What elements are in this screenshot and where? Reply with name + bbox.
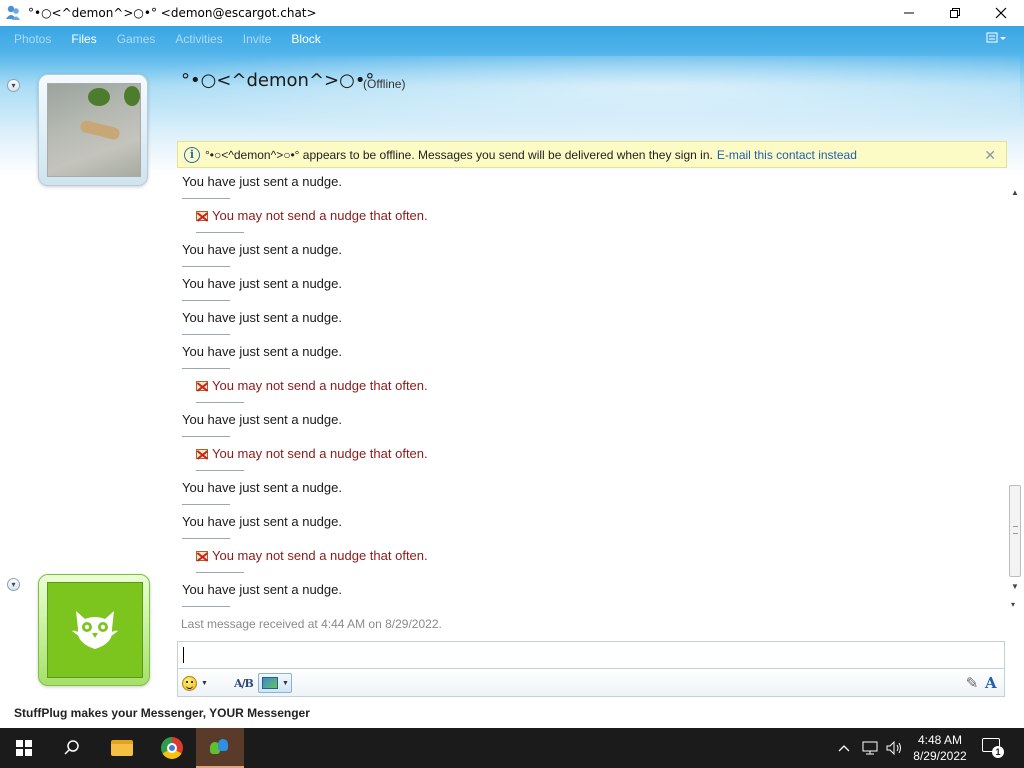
msn-buddies-icon <box>208 737 232 757</box>
restore-button[interactable] <box>932 0 978 26</box>
contact-name: °•○<^demon^>○•° <box>181 70 375 91</box>
font-button[interactable]: A <box>985 673 997 693</box>
pen-icon: ✎ <box>965 675 979 692</box>
chevron-down-icon: ▼ <box>282 679 289 687</box>
contact-status: (Offline) <box>363 77 406 91</box>
volume-button[interactable] <box>886 728 904 768</box>
collapse-contact-pic-button[interactable]: ▾ <box>7 79 20 92</box>
restore-icon <box>950 8 960 18</box>
search-icon <box>64 740 79 755</box>
background-button[interactable]: ▼ <box>258 673 292 693</box>
start-button[interactable] <box>0 728 48 768</box>
message-nudge-sent: You have just sent a nudge. <box>182 276 342 301</box>
chevron-up-icon <box>838 745 850 752</box>
menu-files[interactable]: Files <box>71 32 96 46</box>
volume-icon <box>886 741 901 755</box>
network-icon <box>862 741 878 755</box>
offline-info-bar: i °•○<^demon^>○•° appears to be offline.… <box>177 141 1007 168</box>
scroll-down-icon[interactable]: ▼ <box>1011 582 1019 591</box>
scrollbar-thumb[interactable] <box>1009 485 1021 577</box>
background-image-icon <box>262 677 278 689</box>
msn-buddies-icon <box>6 5 20 20</box>
message-input[interactable] <box>177 641 1005 668</box>
folder-icon <box>111 740 133 756</box>
error-envelope-icon <box>196 210 208 221</box>
menu-games[interactable]: Games <box>117 32 156 46</box>
close-button[interactable] <box>978 0 1024 26</box>
show-hidden-icons-button[interactable] <box>838 728 850 768</box>
search-button[interactable] <box>48 728 96 768</box>
system-clock[interactable]: 4:48 AM 8/29/2022 <box>906 732 974 764</box>
close-infobar-icon[interactable]: ✕ <box>984 147 996 164</box>
offline-message: °•○<^demon^>○•° appears to be offline. M… <box>205 147 713 162</box>
error-envelope-icon <box>196 448 208 459</box>
messenger-taskbar-button[interactable] <box>196 728 244 768</box>
menu-photos[interactable]: Photos <box>14 32 51 46</box>
conversation-scrollbar[interactable]: ▲ ▼ <box>1007 170 1024 610</box>
my-display-picture[interactable] <box>38 574 150 686</box>
info-icon: i <box>184 146 200 163</box>
message-nudge-sent: You have just sent a nudge. <box>182 174 342 199</box>
error-envelope-icon <box>196 550 208 561</box>
font-icon: A <box>985 674 997 692</box>
clock-date: 8/29/2022 <box>913 749 967 763</box>
contact-photo <box>47 83 141 177</box>
close-icon <box>995 7 1007 19</box>
chrome-icon <box>161 737 183 759</box>
chevron-down-icon: ▾ <box>11 580 16 589</box>
menu-invite[interactable]: Invite <box>243 32 272 46</box>
clock-time: 4:48 AM <box>917 733 963 747</box>
notification-count: 1 <box>992 746 1004 758</box>
message-nudge-sent: You have just sent a nudge. <box>182 514 342 539</box>
owl-avatar-icon <box>47 582 143 678</box>
windows-logo-icon <box>16 740 32 756</box>
menu-block[interactable]: Block <box>291 32 320 46</box>
message-nudge-sent: You have just sent a nudge. <box>182 344 342 369</box>
compose-toolbar: ▼ A/B ▼ ✎ A <box>177 668 1005 697</box>
message-nudge-error: You may not send a nudge that often. <box>196 378 428 403</box>
chevron-down-icon: ▾ <box>11 81 16 90</box>
last-message-received: Last message received at 4:44 AM on 8/29… <box>181 617 442 631</box>
email-contact-link[interactable]: E-mail this contact instead <box>717 148 857 162</box>
menu-bar: Photos Files Games Activities Invite Blo… <box>0 26 1024 52</box>
stuffplug-banner[interactable]: StuffPlug makes your Messenger, YOUR Mes… <box>14 706 310 720</box>
menu-activities[interactable]: Activities <box>175 32 222 46</box>
contact-display-picture[interactable] <box>38 74 148 186</box>
show-menu-button[interactable] <box>986 31 1008 47</box>
emoticon-button[interactable]: ▼ <box>182 673 208 693</box>
collapse-my-pic-button[interactable]: ▾ <box>7 578 20 591</box>
message-nudge-sent: You have just sent a nudge. <box>182 412 342 437</box>
spell-check-button[interactable]: A/B <box>234 673 254 693</box>
message-nudge-sent: You have just sent a nudge. <box>182 242 342 267</box>
action-center-button[interactable]: 1 <box>982 738 1004 758</box>
error-envelope-icon <box>196 380 208 391</box>
chevron-down-icon: ▼ <box>201 679 208 687</box>
minimize-icon <box>904 12 914 14</box>
message-nudge-error: You may not send a nudge that often. <box>196 548 428 573</box>
handwriting-button[interactable]: ✎ <box>961 672 983 694</box>
minimize-button[interactable] <box>886 0 932 26</box>
conversation-history[interactable]: You have just sent a nudge. You may not … <box>177 170 1007 638</box>
chrome-button[interactable] <box>148 728 196 768</box>
message-nudge-sent: You have just sent a nudge. <box>182 582 342 607</box>
taskbar: 4:48 AM 8/29/2022 1 <box>0 728 1024 768</box>
emoticon-smile-icon <box>182 675 197 691</box>
title-bar: °•○<^demon^>○•° <demon@escargot.chat> <box>0 0 1024 26</box>
window-title: °•○<^demon^>○•° <demon@escargot.chat> <box>28 6 317 20</box>
message-nudge-error: You may not send a nudge that often. <box>196 208 428 233</box>
network-button[interactable] <box>862 728 880 768</box>
message-nudge-sent: You have just sent a nudge. <box>182 310 342 335</box>
resize-splitter-icon[interactable]: ▾ <box>1011 600 1015 609</box>
file-explorer-button[interactable] <box>98 728 146 768</box>
spell-check-icon: A/B <box>234 676 254 690</box>
message-nudge-error: You may not send a nudge that often. <box>196 446 428 471</box>
message-nudge-sent: You have just sent a nudge. <box>182 480 342 505</box>
scroll-up-icon[interactable]: ▲ <box>1011 188 1019 197</box>
menu-dropdown-icon <box>986 32 1006 43</box>
